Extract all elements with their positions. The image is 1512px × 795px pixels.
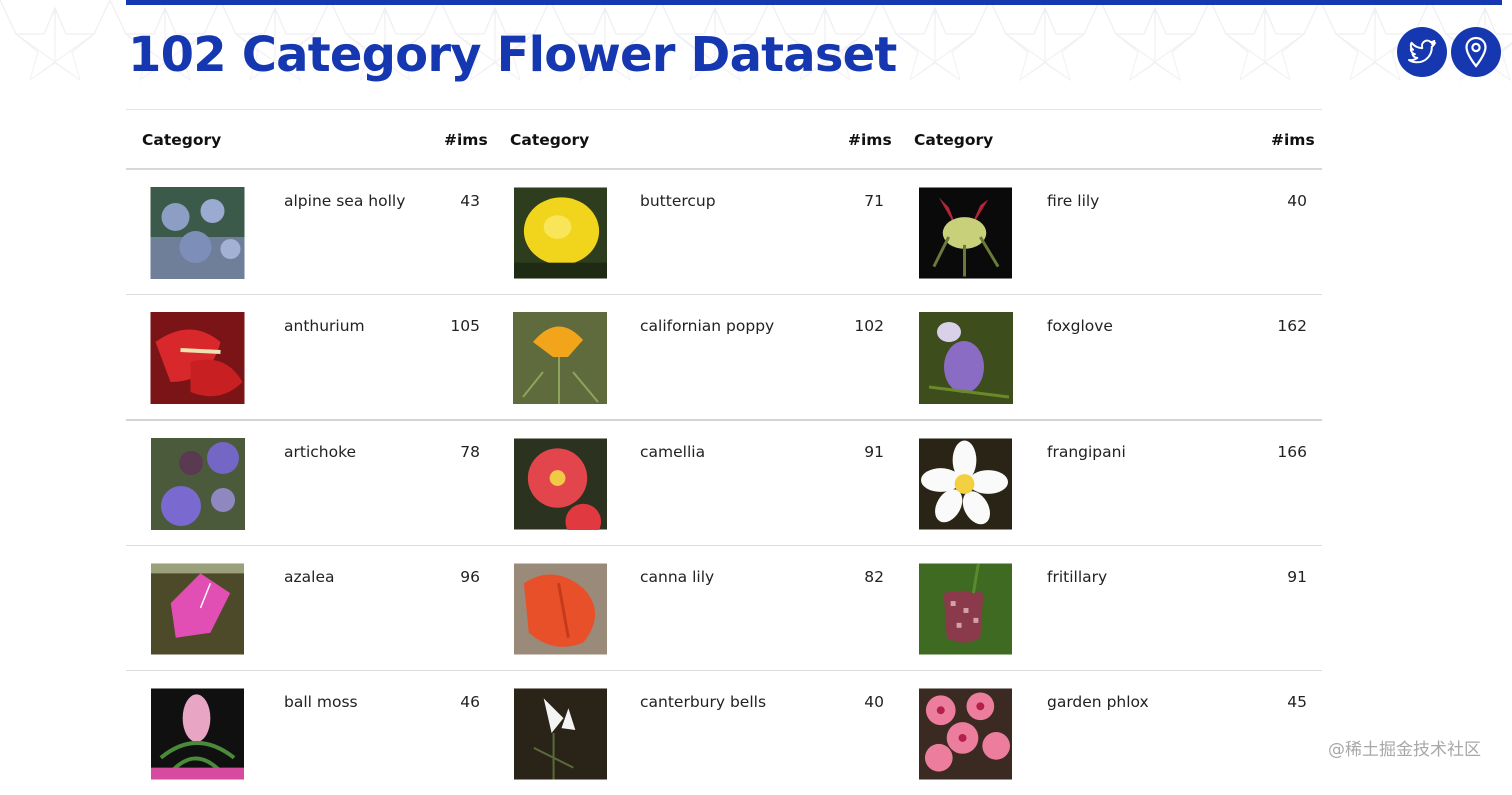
flower-thumbnail-azalea[interactable]	[151, 563, 244, 655]
table-row: artichoke 78 camellia 91 frangipani 166	[126, 421, 1322, 546]
category-name: alpine sea holly	[284, 192, 406, 210]
category-name: californian poppy	[640, 317, 775, 335]
category-name: foxglove	[1047, 317, 1113, 335]
twitter-icon	[1408, 39, 1436, 64]
image-count: 166	[1277, 443, 1307, 461]
image-count: 162	[1277, 317, 1307, 335]
image-count: 91	[864, 443, 884, 461]
table-row: ball moss 46 canterbury bells 40 garden …	[126, 671, 1322, 795]
flower-thumbnail-alpine-sea-holly[interactable]	[149, 187, 246, 279]
watermark-text: @稀土掘金技术社区	[1328, 740, 1481, 760]
category-name: frangipani	[1047, 443, 1126, 461]
flower-thumbnail-artichoke[interactable]	[148, 438, 248, 530]
category-name: canterbury bells	[640, 693, 767, 711]
flower-thumbnail-buttercup[interactable]	[514, 187, 607, 279]
column-header-category: Category	[510, 131, 590, 149]
location-link[interactable]	[1451, 27, 1501, 77]
category-name: ball moss	[284, 693, 358, 711]
flower-thumbnail-foxglove[interactable]	[916, 312, 1016, 404]
flower-thumbnail-fire-lily[interactable]	[919, 187, 1012, 279]
column-header-count: #ims	[444, 131, 488, 149]
table-row: alpine sea holly 43 buttercup 71 fire li…	[126, 170, 1322, 295]
flower-thumbnail-garden-phlox[interactable]	[919, 688, 1012, 780]
top-accent-bar	[126, 0, 1502, 5]
category-name: buttercup	[640, 192, 716, 210]
flower-thumbnail-canna-lily[interactable]	[514, 563, 607, 655]
map-pin-icon	[1465, 36, 1487, 68]
category-name: azalea	[284, 568, 335, 586]
flower-thumbnail-ball-moss[interactable]	[151, 688, 244, 780]
flower-thumbnail-camellia[interactable]	[514, 438, 607, 530]
category-name: camellia	[640, 443, 706, 461]
image-count: 102	[854, 317, 884, 335]
category-name: anthurium	[284, 317, 365, 335]
flower-thumbnail-frangipani[interactable]	[919, 438, 1012, 530]
flower-thumbnail-fritillary[interactable]	[919, 563, 1012, 655]
flower-thumbnail-canterbury-bells[interactable]	[514, 688, 607, 780]
image-count: 43	[460, 192, 480, 210]
column-header-category: Category	[914, 131, 994, 149]
image-count: 40	[864, 693, 884, 711]
column-header-count: #ims	[1271, 131, 1315, 149]
table-row: anthurium 105 californian poppy 102 foxg…	[126, 295, 1322, 421]
image-count: 45	[1287, 693, 1307, 711]
image-count: 91	[1287, 568, 1307, 586]
category-name: fritillary	[1047, 568, 1108, 586]
image-count: 105	[450, 317, 480, 335]
table-row: azalea 96 canna lily 82 fritillary 91	[126, 546, 1322, 671]
category-name: canna lily	[640, 568, 715, 586]
flower-thumbnail-californian-poppy[interactable]	[513, 312, 607, 404]
image-count: 40	[1287, 192, 1307, 210]
image-count: 46	[460, 693, 480, 711]
flower-category-table: Category #ims Category #ims Category #im…	[126, 109, 1322, 795]
category-name: garden phlox	[1047, 693, 1149, 711]
twitter-link[interactable]	[1397, 27, 1447, 77]
image-count: 78	[460, 443, 480, 461]
category-name: artichoke	[284, 443, 357, 461]
image-count: 82	[864, 568, 884, 586]
flower-thumbnail-anthurium[interactable]	[150, 312, 245, 404]
image-count: 96	[460, 568, 480, 586]
image-count: 71	[864, 192, 884, 210]
page-title: 102 Category Flower Dataset	[128, 27, 897, 83]
column-header-category: Category	[142, 131, 222, 149]
table-header-row: Category #ims Category #ims Category #im…	[126, 109, 1322, 170]
column-header-count: #ims	[848, 131, 892, 149]
category-name: fire lily	[1047, 192, 1100, 210]
